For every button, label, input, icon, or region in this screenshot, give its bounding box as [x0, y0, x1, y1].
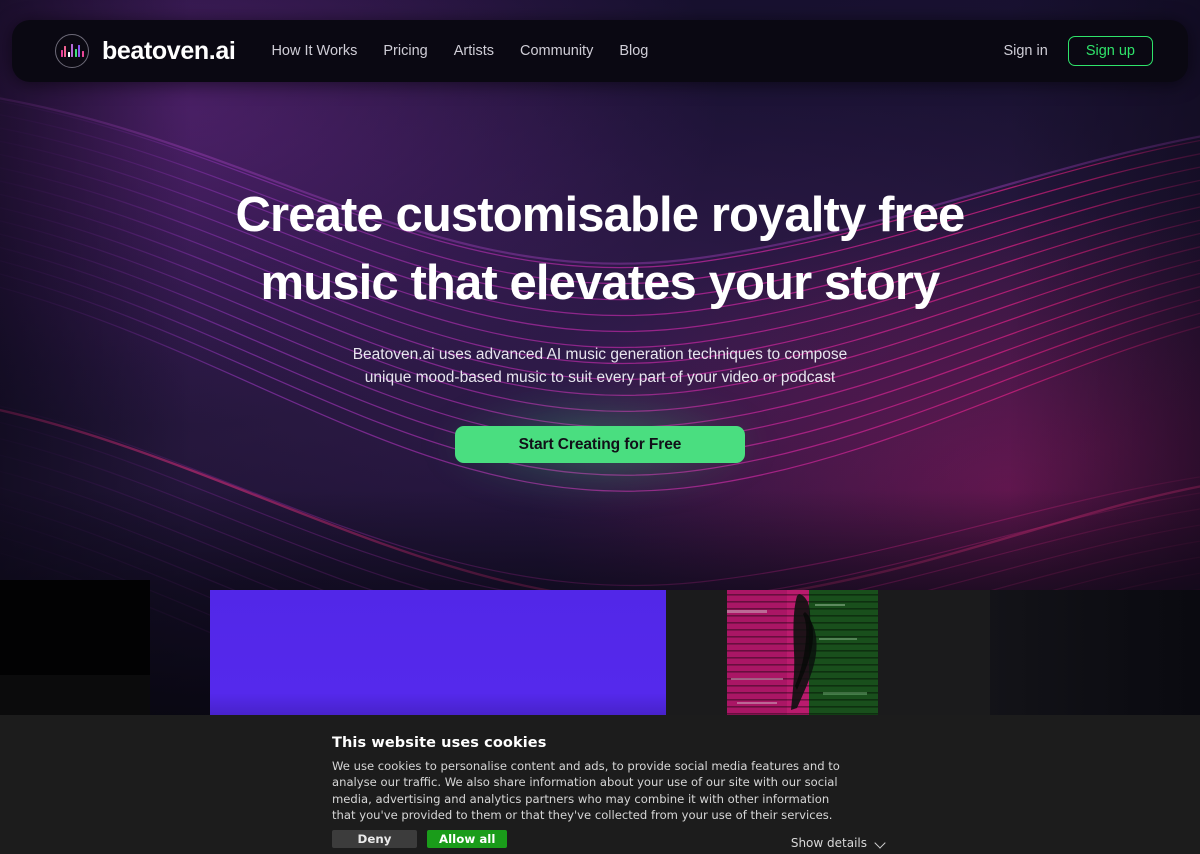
start-creating-button[interactable]: Start Creating for Free — [455, 426, 745, 464]
cookie-actions: Deny Allow all Show details — [332, 830, 1162, 850]
show-details-toggle[interactable]: Show details — [791, 836, 885, 850]
brand-name: beatoven.ai — [102, 36, 236, 65]
nav-link-how-it-works[interactable]: How It Works — [271, 43, 357, 59]
headline-line-1: Create customisable royalty free — [235, 188, 966, 242]
headline-line-2: music that elevates your story — [260, 255, 941, 310]
media-thumbnail-strip — [0, 580, 1200, 716]
nav-link-pricing[interactable]: Pricing — [383, 43, 427, 59]
thumbnail-right-edge[interactable] — [990, 590, 1200, 716]
cookie-banner-title: This website uses cookies — [332, 735, 547, 751]
sign-in-link[interactable]: Sign in — [1003, 43, 1047, 59]
hero-subheading: Beatoven.ai uses advanced AI music gener… — [352, 346, 848, 386]
nav-actions: Sign in Sign up — [1003, 35, 1153, 67]
navbar: beatoven.ai How It Works Pricing Artists… — [12, 20, 1188, 82]
allow-all-cookies-button[interactable]: Allow all — [427, 830, 508, 848]
deny-cookies-button[interactable]: Deny — [332, 830, 417, 848]
cookie-banner-body: We use cookies to personalise content an… — [332, 759, 840, 823]
chevron-down-icon — [876, 839, 885, 848]
nav-link-artists[interactable]: Artists — [454, 43, 494, 59]
sign-up-button[interactable]: Sign up — [1067, 35, 1153, 67]
cookie-text-block: This website uses cookies We use cookies… — [332, 735, 1162, 824]
page-root: Create customisable royalty free music t… — [0, 0, 1200, 854]
thumbnail-glitch-dancer[interactable] — [727, 590, 878, 716]
audio-bars-circle-icon — [55, 34, 89, 68]
nav-link-community[interactable]: Community — [520, 43, 593, 59]
show-details-label: Show details — [790, 836, 867, 850]
thumbnail-black-inset — [0, 580, 150, 675]
cta-wrapper: Start Creating for Free — [435, 389, 765, 500]
glitch-artwork — [727, 590, 878, 716]
brand[interactable]: beatoven.ai — [55, 34, 236, 68]
cookie-consent-banner: This website uses cookies We use cookies… — [0, 715, 1200, 854]
nav-link-blog[interactable]: Blog — [619, 43, 648, 59]
primary-nav: How It Works Pricing Artists Community B… — [271, 43, 648, 59]
thumbnail-purple[interactable] — [210, 590, 666, 716]
page-title: Create customisable royalty free music t… — [235, 182, 966, 317]
